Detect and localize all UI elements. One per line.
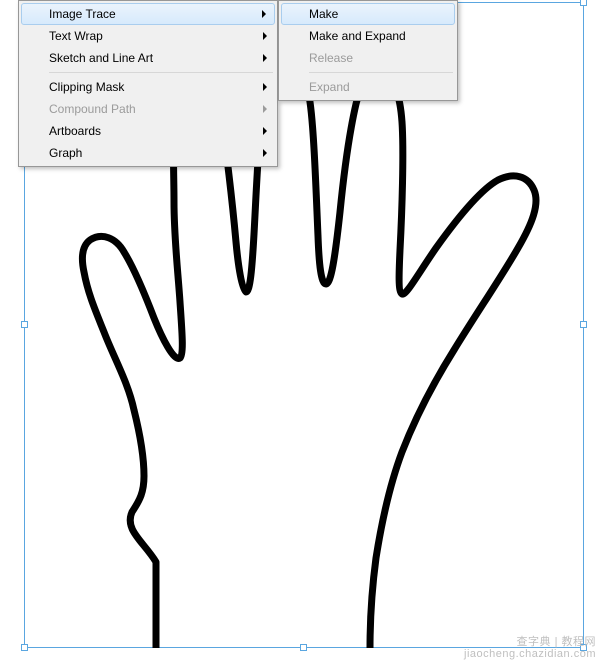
menu-item-label: Release xyxy=(309,51,353,65)
menu-separator xyxy=(49,72,273,73)
submenu-arrow-icon xyxy=(263,149,267,157)
menu-item-label: Expand xyxy=(309,80,350,94)
submenu-arrow-icon xyxy=(263,105,267,113)
context-menu-main[interactable]: Image Trace Text Wrap Sketch and Line Ar… xyxy=(18,0,278,167)
submenu-item-release: Release xyxy=(281,47,455,69)
menu-item-image-trace[interactable]: Image Trace xyxy=(21,3,275,25)
menu-item-label: Text Wrap xyxy=(49,29,103,43)
context-menu-image-trace-submenu[interactable]: Make Make and Expand Release Expand xyxy=(278,0,458,101)
submenu-arrow-icon xyxy=(263,32,267,40)
menu-item-compound-path: Compound Path xyxy=(21,98,275,120)
menu-item-label: Graph xyxy=(49,146,82,160)
submenu-item-expand: Expand xyxy=(281,76,455,98)
submenu-item-make-and-expand[interactable]: Make and Expand xyxy=(281,25,455,47)
menu-item-clipping-mask[interactable]: Clipping Mask xyxy=(21,76,275,98)
submenu-arrow-icon xyxy=(263,83,267,91)
menu-item-label: Make xyxy=(309,7,338,21)
watermark-line-2: jiaocheng.chazidian.com xyxy=(464,648,596,660)
menu-item-artboards[interactable]: Artboards xyxy=(21,120,275,142)
menu-item-graph[interactable]: Graph xyxy=(21,142,275,164)
submenu-arrow-icon xyxy=(263,54,267,62)
menu-item-label: Compound Path xyxy=(49,102,136,116)
menu-item-label: Artboards xyxy=(49,124,101,138)
menu-item-label: Image Trace xyxy=(49,7,116,21)
submenu-arrow-icon xyxy=(262,10,266,18)
submenu-item-make[interactable]: Make xyxy=(281,3,455,25)
menu-item-label: Make and Expand xyxy=(309,29,406,43)
menu-item-text-wrap[interactable]: Text Wrap xyxy=(21,25,275,47)
menu-item-sketch-and-line-art[interactable]: Sketch and Line Art xyxy=(21,47,275,69)
menu-item-label: Sketch and Line Art xyxy=(49,51,153,65)
submenu-arrow-icon xyxy=(263,127,267,135)
menu-item-label: Clipping Mask xyxy=(49,80,124,94)
menu-separator xyxy=(309,72,453,73)
